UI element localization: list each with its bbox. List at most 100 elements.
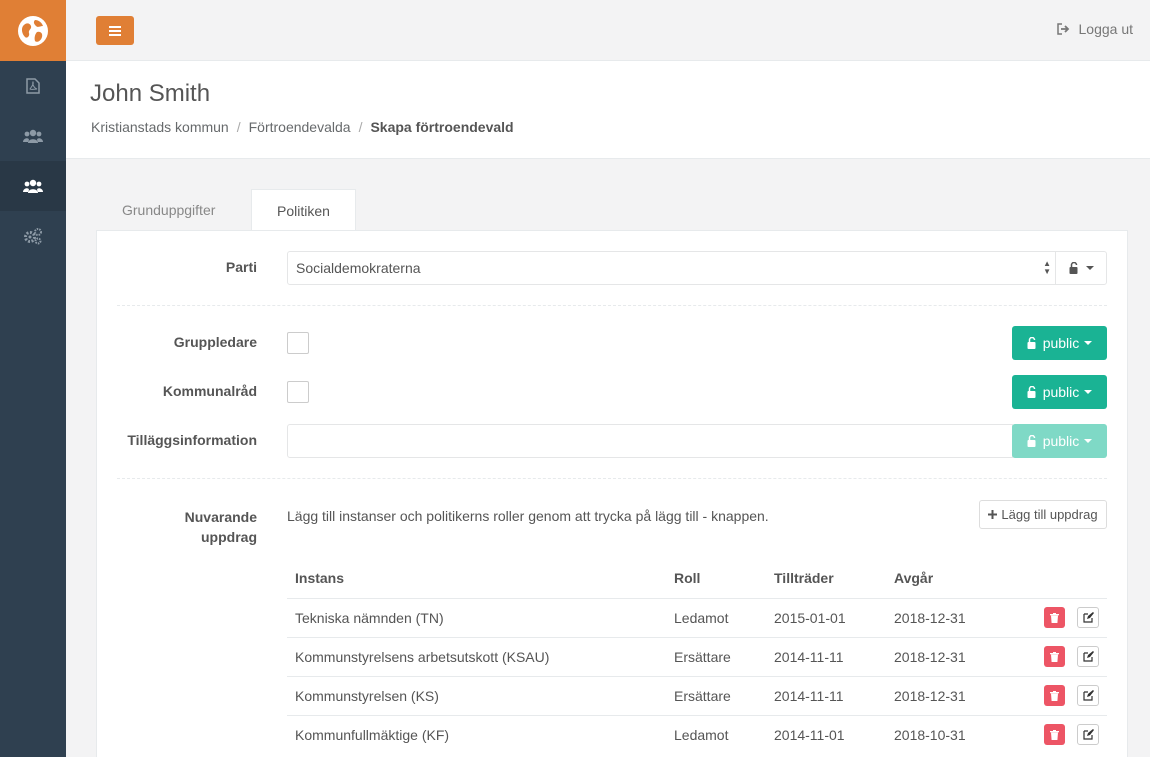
cell-actions bbox=[1006, 597, 1107, 637]
uppdrag-table: Instans Roll Tillträder Avgår Tekniska n… bbox=[287, 559, 1107, 754]
breadcrumb-item[interactable]: Förtroendevalda bbox=[249, 119, 351, 135]
cell-avgar: 2018-12-31 bbox=[886, 675, 1006, 715]
users-icon bbox=[23, 179, 43, 193]
cell-avgar: 2018-12-31 bbox=[886, 597, 1006, 637]
trash-icon bbox=[1050, 651, 1059, 662]
nav-users[interactable] bbox=[0, 111, 66, 161]
logo[interactable] bbox=[0, 0, 66, 61]
visibility-label: public bbox=[1042, 335, 1080, 351]
table-row: Tekniska nämnden (TN) Ledamot 2015-01-01… bbox=[287, 597, 1107, 637]
parti-label: Parti bbox=[225, 259, 257, 275]
edit-icon bbox=[1082, 690, 1094, 701]
kommunalrad-checkbox[interactable] bbox=[287, 381, 309, 403]
breadcrumb-current: Skapa förtroendevald bbox=[370, 119, 514, 135]
trash-icon bbox=[1050, 690, 1059, 701]
globe-icon bbox=[18, 15, 48, 46]
edit-button[interactable] bbox=[1077, 724, 1099, 746]
edit-button[interactable] bbox=[1077, 685, 1099, 706]
column-header: Instans bbox=[287, 559, 666, 599]
gruppledare-checkbox[interactable] bbox=[287, 332, 309, 354]
cell-instans: Tekniska nämnden (TN) bbox=[287, 597, 666, 637]
unlock-icon bbox=[1027, 386, 1036, 398]
delete-button[interactable] bbox=[1044, 685, 1065, 706]
cell-actions bbox=[1006, 675, 1107, 715]
unlock-icon bbox=[1027, 435, 1036, 447]
sign-out-icon bbox=[1056, 23, 1069, 35]
tab-politiken[interactable]: Politiken bbox=[251, 189, 356, 232]
edit-icon bbox=[1082, 651, 1094, 662]
cell-roll: Ersättare bbox=[666, 636, 766, 676]
table-row: Kommunstyrelsen (KS) Ersättare 2014-11-1… bbox=[287, 675, 1107, 715]
bars-icon bbox=[109, 25, 121, 36]
cell-instans: Kommunstyrelsens arbetsutskott (KSAU) bbox=[287, 636, 666, 676]
table-row: Kommunstyrelsens arbetsutskott (KSAU) Er… bbox=[287, 636, 1107, 676]
add-uppdrag-button[interactable]: Lägg till uppdrag bbox=[979, 500, 1107, 529]
delete-button[interactable] bbox=[1044, 607, 1065, 628]
tillaggsinformation-input[interactable] bbox=[287, 424, 1013, 458]
caret-down-icon bbox=[1084, 439, 1093, 443]
parti-selected-value: Socialdemokraterna bbox=[296, 260, 421, 276]
trash-icon bbox=[1050, 612, 1059, 623]
unlock-icon bbox=[1027, 337, 1036, 349]
cell-roll: Ledamot bbox=[666, 597, 766, 637]
cell-actions bbox=[1006, 714, 1107, 754]
parti-select[interactable]: Socialdemokraterna ▲ ▼ bbox=[287, 251, 1056, 285]
label-line: Nuvarande bbox=[184, 509, 257, 525]
tillaggsinformation-label: Tilläggsinformation bbox=[127, 432, 257, 448]
trash-icon bbox=[1050, 729, 1059, 740]
caret-down-icon bbox=[1084, 341, 1093, 345]
cell-actions bbox=[1006, 636, 1107, 676]
tab-grunduppgifter[interactable]: Grunduppgifter bbox=[100, 189, 237, 231]
topbar: Logga ut bbox=[66, 0, 1150, 61]
column-header: Avgår bbox=[886, 559, 1006, 599]
column-header: Roll bbox=[666, 559, 766, 599]
cell-tilltrader: 2014-11-11 bbox=[766, 675, 886, 715]
page-title: John Smith bbox=[90, 80, 211, 107]
cell-roll: Ersättare bbox=[666, 675, 766, 715]
kommunalrad-visibility-button[interactable]: public bbox=[1012, 375, 1107, 409]
parti-visibility-dropdown[interactable] bbox=[1055, 251, 1107, 285]
column-header: Tillträder bbox=[766, 559, 886, 599]
breadcrumb: Kristianstads kommun / Förtroendevalda / Ska… bbox=[91, 119, 514, 135]
cell-roll: Ledamot bbox=[666, 714, 766, 754]
nav-users-active[interactable] bbox=[0, 161, 66, 211]
select-arrows-icon: ▲ ▼ bbox=[1043, 259, 1051, 276]
cell-instans: Kommunfullmäktige (KF) bbox=[287, 714, 666, 754]
plus-icon bbox=[988, 510, 998, 519]
kommunalrad-label: Kommunalråd bbox=[162, 383, 257, 399]
visibility-label: public bbox=[1042, 433, 1080, 449]
cell-tilltrader: 2014-11-11 bbox=[766, 636, 886, 676]
nav-settings[interactable] bbox=[0, 211, 66, 261]
breadcrumb-item[interactable]: Kristianstads kommun bbox=[91, 119, 229, 135]
caret-down-icon bbox=[1084, 390, 1093, 394]
cell-avgar: 2018-10-31 bbox=[886, 714, 1006, 754]
page-heading: John Smith Kristianstads kommun / Förtroen… bbox=[66, 61, 1150, 159]
logout-link[interactable]: Logga ut bbox=[1056, 21, 1134, 37]
gruppledare-visibility-button[interactable]: public bbox=[1012, 326, 1107, 360]
breadcrumb-separator: / bbox=[358, 119, 363, 135]
divider bbox=[117, 478, 1107, 479]
add-uppdrag-label: Lägg till uppdrag bbox=[1001, 507, 1098, 522]
edit-icon bbox=[1082, 729, 1094, 740]
divider bbox=[117, 305, 1107, 306]
delete-button[interactable] bbox=[1044, 724, 1065, 746]
uppdrag-help-text: Lägg till instanser och politikerns roll… bbox=[287, 508, 769, 524]
unlock-icon bbox=[1069, 262, 1077, 274]
edit-button[interactable] bbox=[1077, 646, 1099, 667]
table-row: Kommunfullmäktige (KF) Ledamot 2014-11-0… bbox=[287, 714, 1107, 754]
breadcrumb-separator: / bbox=[236, 119, 241, 135]
delete-button[interactable] bbox=[1044, 646, 1065, 667]
cogs-icon bbox=[24, 228, 42, 245]
gruppledare-label: Gruppledare bbox=[173, 334, 257, 350]
edit-button[interactable] bbox=[1077, 607, 1099, 628]
column-header-actions bbox=[1006, 559, 1107, 599]
logout-label: Logga ut bbox=[1078, 21, 1134, 37]
edit-icon bbox=[1082, 612, 1094, 623]
menu-toggle-button[interactable] bbox=[96, 16, 134, 45]
tillaggsinformation-visibility-button[interactable]: public bbox=[1012, 424, 1107, 458]
cell-tilltrader: 2015-01-01 bbox=[766, 597, 886, 637]
cell-instans: Kommunstyrelsen (KS) bbox=[287, 675, 666, 715]
caret-down-icon bbox=[1085, 266, 1094, 270]
nav-pdf[interactable] bbox=[0, 61, 66, 111]
sidebar bbox=[0, 0, 66, 757]
